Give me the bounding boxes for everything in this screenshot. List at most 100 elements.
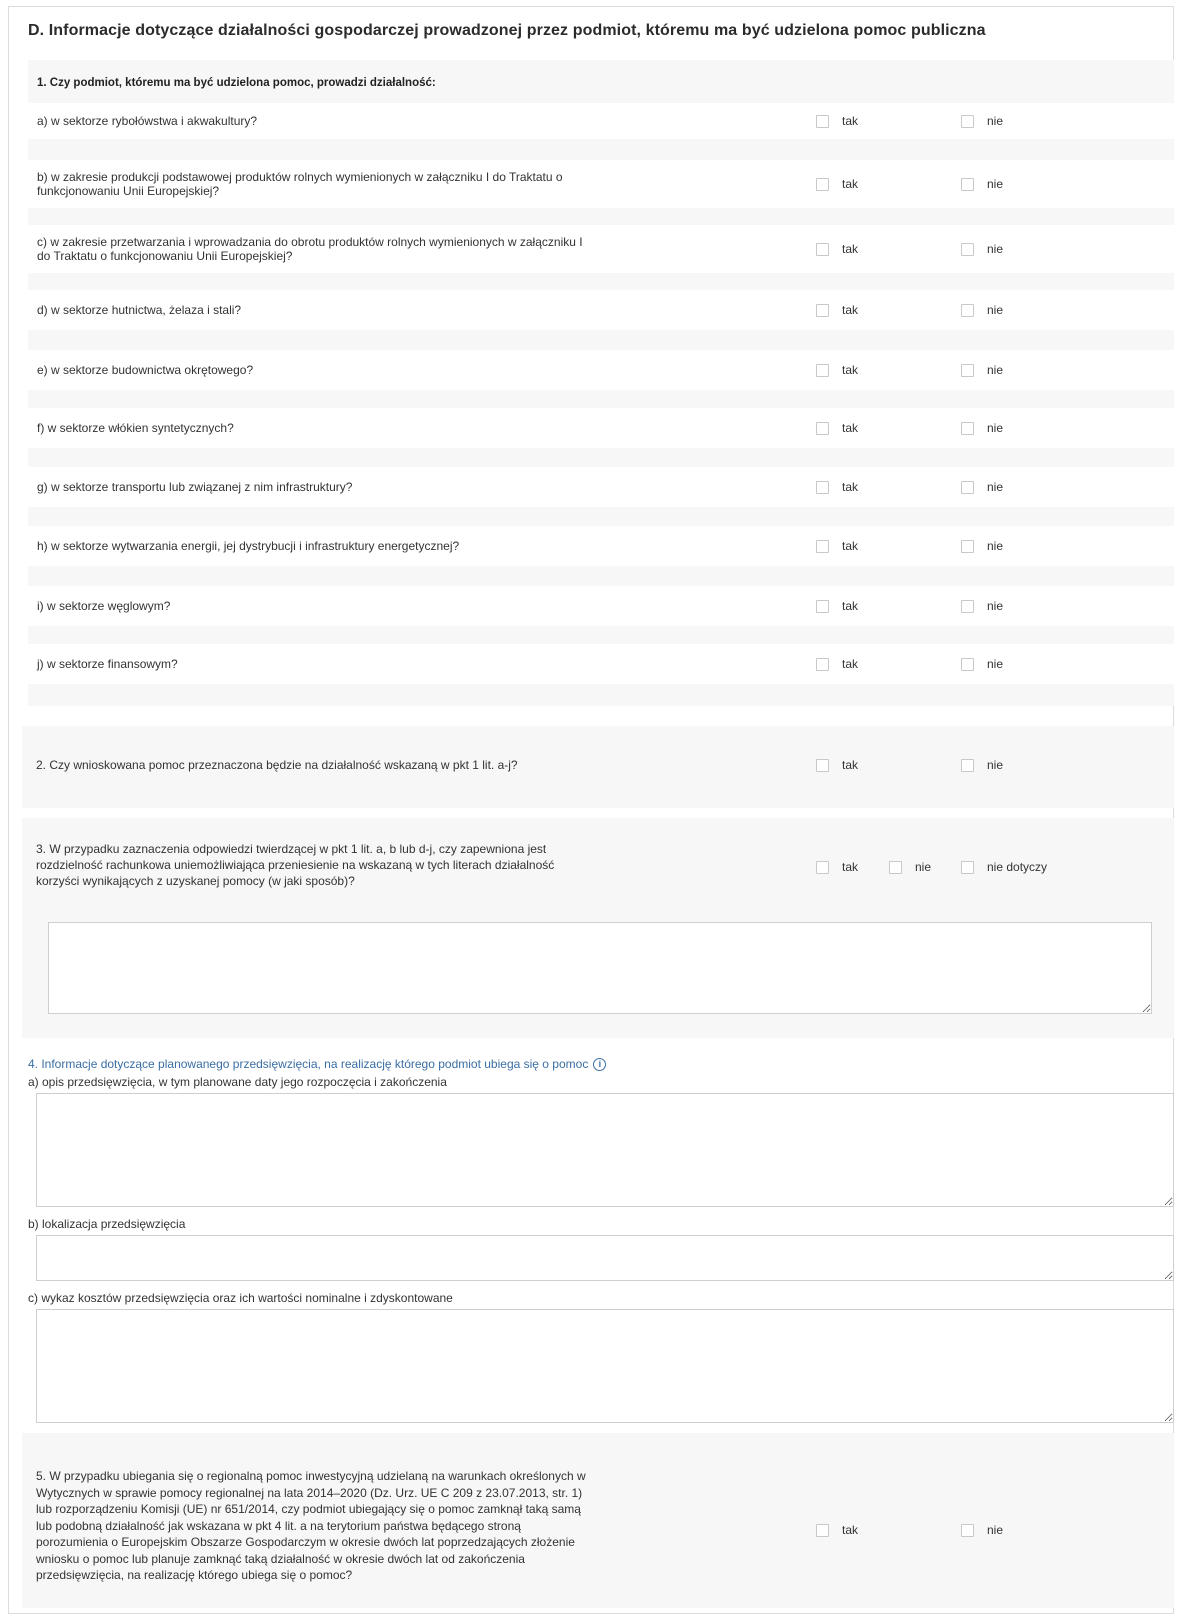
q1-g-tak-option[interactable]: tak xyxy=(816,480,858,494)
q1-d-tak-checkbox[interactable] xyxy=(816,303,829,317)
q1-g-tak-label[interactable]: tak xyxy=(842,480,858,494)
q2-nie-label[interactable]: nie xyxy=(987,758,1003,772)
q3-tak-option[interactable]: tak xyxy=(816,860,858,874)
q1-b-nie-label[interactable]: nie xyxy=(987,177,1003,191)
q1-a-tak-option[interactable]: tak xyxy=(816,114,858,128)
q1-h-nie-label[interactable]: nie xyxy=(987,539,1003,553)
q1-i-tak-option[interactable]: tak xyxy=(816,599,858,613)
q1-d-nie-checkbox[interactable] xyxy=(961,303,974,317)
q1-a-tak-label[interactable]: tak xyxy=(842,114,858,128)
q3-nie-checkbox[interactable] xyxy=(889,860,902,874)
q1-c-nie-label[interactable]: nie xyxy=(987,242,1003,256)
q1-row-d: d) w sektorze hutnictwa, żelaza i stali?… xyxy=(28,290,1174,330)
q2-nie-option[interactable]: nie xyxy=(961,758,1003,772)
q1-j-nie-option[interactable]: nie xyxy=(961,657,1003,671)
q1-row-c-text: c) w zakresie przetwarzania i wprowadzan… xyxy=(37,235,583,263)
q1-c-tak-label[interactable]: tak xyxy=(842,242,858,256)
q1-row-e-text: e) w sektorze budownictwa okrętowego? xyxy=(37,363,253,377)
q1-f-nie-label[interactable]: nie xyxy=(987,421,1003,435)
q3-nie-option[interactable]: nie xyxy=(889,860,931,874)
q1-row-d-text: d) w sektorze hutnictwa, żelaza i stali? xyxy=(37,303,241,317)
q5-nie-label[interactable]: nie xyxy=(987,1523,1003,1537)
q2-nie-checkbox[interactable] xyxy=(961,758,974,772)
q1-f-tak-checkbox[interactable] xyxy=(816,421,829,435)
q1-i-nie-checkbox[interactable] xyxy=(961,599,974,613)
question-5-line-4: lub podobną działalność jak wskazana w p… xyxy=(36,1518,521,1533)
q1-a-nie-option[interactable]: nie xyxy=(961,114,1003,128)
info-icon[interactable]: i xyxy=(593,1057,607,1071)
q3-nie-dotyczy-checkbox[interactable] xyxy=(961,860,974,874)
q1-h-tak-label[interactable]: tak xyxy=(842,539,858,553)
q1-f-tak-label[interactable]: tak xyxy=(842,421,858,435)
q1-e-tak-checkbox[interactable] xyxy=(816,363,829,377)
q1-e-tak-option[interactable]: tak xyxy=(816,363,858,377)
q1-f-tak-option[interactable]: tak xyxy=(816,421,858,435)
q1-h-tak-checkbox[interactable] xyxy=(816,539,829,553)
q1-c-nie-checkbox[interactable] xyxy=(961,242,974,256)
q3-nie-label[interactable]: nie xyxy=(915,860,931,874)
q1-j-tak-option[interactable]: tak xyxy=(816,657,858,671)
q1-i-tak-label[interactable]: tak xyxy=(842,599,858,613)
q1-f-nie-checkbox[interactable] xyxy=(961,421,974,435)
q1-j-tak-checkbox[interactable] xyxy=(816,657,829,671)
q1-e-nie-option[interactable]: nie xyxy=(961,363,1003,377)
q1-row-j: j) w sektorze finansowym? tak nie xyxy=(28,644,1174,684)
q5-tak-label[interactable]: tak xyxy=(842,1523,858,1537)
q1-c-tak-option[interactable]: tak xyxy=(816,242,858,256)
q1-e-nie-label[interactable]: nie xyxy=(987,363,1003,377)
q1-g-nie-option[interactable]: nie xyxy=(961,480,1003,494)
q1-h-nie-option[interactable]: nie xyxy=(961,539,1003,553)
q1-a-nie-checkbox[interactable] xyxy=(961,114,974,128)
q1-d-nie-option[interactable]: nie xyxy=(961,303,1003,317)
q5-tak-option[interactable]: tak xyxy=(816,1523,858,1537)
q1-row-j-text: j) w sektorze finansowym? xyxy=(37,657,178,671)
q3-tak-label[interactable]: tak xyxy=(842,860,858,874)
q1-a-nie-label[interactable]: nie xyxy=(987,114,1003,128)
q1-h-tak-option[interactable]: tak xyxy=(816,539,858,553)
q3-nie-dotyczy-option[interactable]: nie dotyczy xyxy=(961,860,1047,874)
q1-e-nie-checkbox[interactable] xyxy=(961,363,974,377)
q1-b-tak-label[interactable]: tak xyxy=(842,177,858,191)
q1-row-a-text: a) w sektorze rybołówstwa i akwakultury? xyxy=(37,114,257,128)
question-3-line-3: korzyści wynikających z uzyskanej pomocy… xyxy=(36,874,355,888)
q1-row-f-line-1: f) w sektorze włókien syntetycznych? xyxy=(37,421,234,435)
q2-tak-label[interactable]: tak xyxy=(842,758,858,772)
q1-row-c: c) w zakresie przetwarzania i wprowadzan… xyxy=(28,225,1174,273)
q5-tak-checkbox[interactable] xyxy=(816,1523,829,1537)
q1-g-nie-checkbox[interactable] xyxy=(961,480,974,494)
question-4b-textarea[interactable] xyxy=(36,1235,1174,1281)
q5-nie-option[interactable]: nie xyxy=(961,1523,1003,1537)
question-3-textarea[interactable] xyxy=(48,922,1152,1014)
q1-d-nie-label[interactable]: nie xyxy=(987,303,1003,317)
q1-d-tak-option[interactable]: tak xyxy=(816,303,858,317)
q1-i-nie-label[interactable]: nie xyxy=(987,599,1003,613)
q1-b-nie-checkbox[interactable] xyxy=(961,177,974,191)
q2-tak-option[interactable]: tak xyxy=(816,758,858,772)
q1-f-nie-option[interactable]: nie xyxy=(961,421,1003,435)
q1-h-nie-checkbox[interactable] xyxy=(961,539,974,553)
question-4a-textarea[interactable] xyxy=(36,1093,1174,1207)
q1-g-tak-checkbox[interactable] xyxy=(816,480,829,494)
q3-nie-dotyczy-label[interactable]: nie dotyczy xyxy=(987,860,1047,874)
q1-a-tak-checkbox[interactable] xyxy=(816,114,829,128)
q2-tak-checkbox[interactable] xyxy=(816,758,829,772)
q1-b-tak-checkbox[interactable] xyxy=(816,177,829,191)
q1-c-nie-option[interactable]: nie xyxy=(961,242,1003,256)
q1-j-nie-label[interactable]: nie xyxy=(987,657,1003,671)
q1-c-tak-checkbox[interactable] xyxy=(816,242,829,256)
question-4c-label: c) wykaz kosztów przedsięwzięcia oraz ic… xyxy=(28,1291,453,1305)
q1-d-tak-label[interactable]: tak xyxy=(842,303,858,317)
q1-g-nie-label[interactable]: nie xyxy=(987,480,1003,494)
q1-i-tak-checkbox[interactable] xyxy=(816,599,829,613)
q1-j-tak-label[interactable]: tak xyxy=(842,657,858,671)
q3-tak-checkbox[interactable] xyxy=(816,860,829,874)
q1-b-nie-option[interactable]: nie xyxy=(961,177,1003,191)
q1-row-e-line-1: e) w sektorze budownictwa okrętowego? xyxy=(37,363,254,377)
q1-i-nie-option[interactable]: nie xyxy=(961,599,1003,613)
question-4c-textarea[interactable] xyxy=(36,1309,1174,1423)
q1-e-tak-label[interactable]: tak xyxy=(842,363,858,377)
q1-row-b-line-1: b) w zakresie produkcji podstawowej prod… xyxy=(37,170,563,184)
q1-j-nie-checkbox[interactable] xyxy=(961,657,974,671)
q5-nie-checkbox[interactable] xyxy=(961,1523,974,1537)
q1-b-tak-option[interactable]: tak xyxy=(816,177,858,191)
